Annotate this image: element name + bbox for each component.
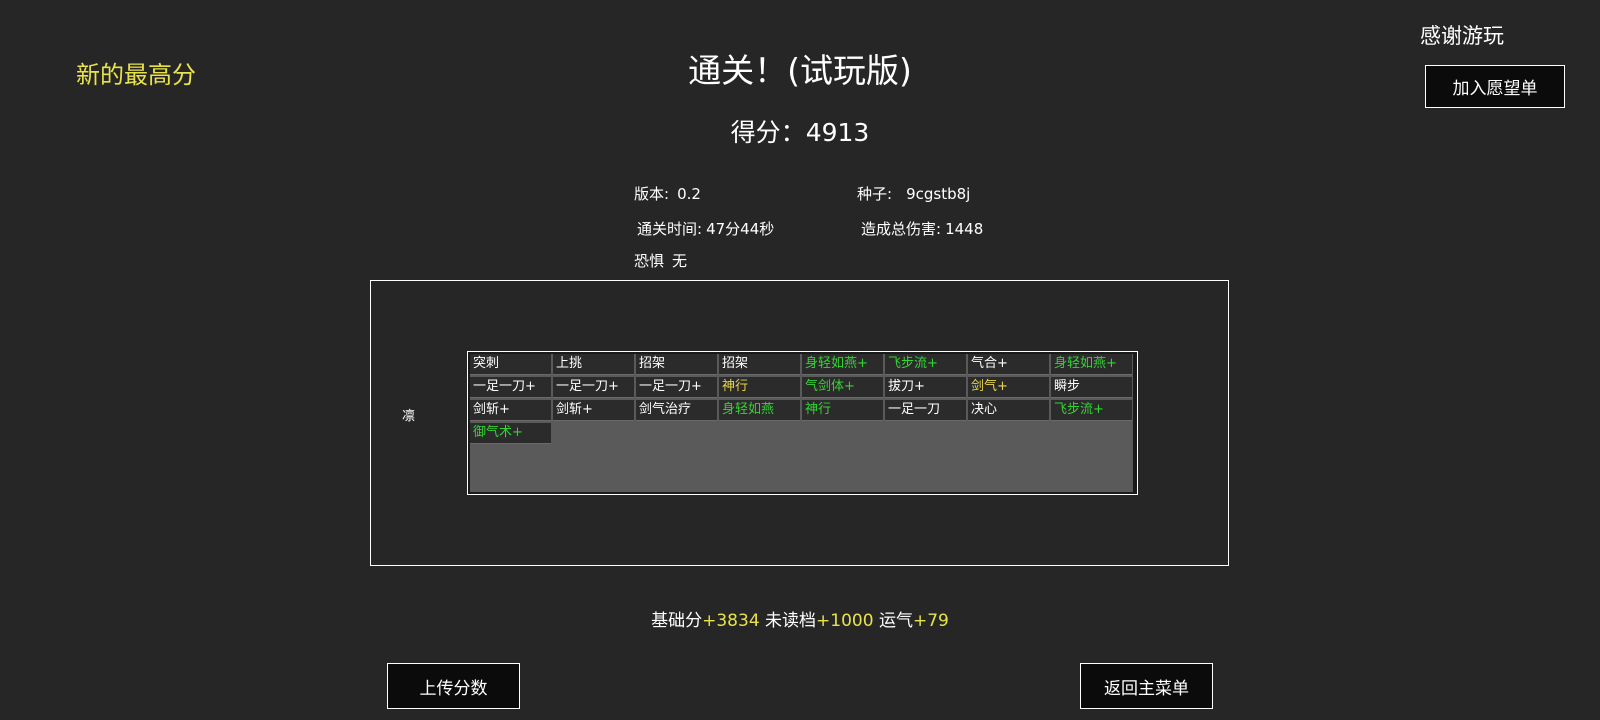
deck-card[interactable]: 身轻如燕+ bbox=[802, 354, 883, 375]
deck-card[interactable]: 身轻如燕 bbox=[719, 400, 800, 421]
new-high-score-label: 新的最高分 bbox=[76, 61, 196, 89]
deck-card[interactable]: 一足一刀+ bbox=[470, 377, 551, 398]
deck-card[interactable]: 气合+ bbox=[968, 354, 1049, 375]
version-label: 版本: bbox=[634, 185, 670, 203]
seed-value: 9cgstb8j bbox=[906, 185, 971, 203]
score-label: 得分： bbox=[730, 118, 806, 147]
base-score-value: +3834 bbox=[702, 611, 760, 631]
character-name: 凛 bbox=[402, 409, 416, 424]
no-load-label: 未读档 bbox=[765, 611, 817, 631]
score-breakdown: 基础分+3834 未读档+1000 运气+79 bbox=[500, 606, 1100, 631]
deck-card[interactable]: 一足一刀+ bbox=[636, 377, 717, 398]
clear-time-value: 47分44秒 bbox=[706, 220, 775, 238]
fear-value: 无 bbox=[672, 252, 688, 270]
deck-card[interactable]: 决心 bbox=[968, 400, 1049, 421]
deck-list[interactable]: 突刺 上挑 招架 招架 身轻如燕+ 飞步流+ 气合+ 身轻如燕+ 一足一刀+ 一足一刀+ 一足一刀+… bbox=[467, 351, 1138, 495]
page-title: 通关！(试玩版) bbox=[688, 51, 912, 90]
fear-label: 恐惧 bbox=[634, 252, 665, 270]
deck-card[interactable]: 剑斩+ bbox=[470, 400, 551, 421]
upload-score-button[interactable]: 上传分数 bbox=[387, 663, 520, 709]
deck-card[interactable]: 身轻如燕+ bbox=[1051, 354, 1132, 375]
no-load-value: +1000 bbox=[816, 611, 874, 631]
deck-card[interactable]: 招架 bbox=[636, 354, 717, 375]
clear-time-info: 通关时间: 47分44秒 bbox=[637, 218, 774, 239]
deck-card[interactable]: 剑斩+ bbox=[553, 400, 634, 421]
version-value: 0.2 bbox=[677, 185, 701, 203]
deck-card[interactable]: 剑气+ bbox=[968, 377, 1049, 398]
damage-info: 造成总伤害: 1448 bbox=[861, 218, 983, 239]
deck-card[interactable]: 一足一刀 bbox=[885, 400, 966, 421]
deck-card[interactable]: 神行 bbox=[802, 400, 883, 421]
version-info: 版本: 0.2 bbox=[634, 183, 701, 204]
base-score-label: 基础分 bbox=[651, 611, 703, 631]
deck-card[interactable]: 剑气治疗 bbox=[636, 400, 717, 421]
deck-card[interactable]: 神行 bbox=[719, 377, 800, 398]
deck-card[interactable]: 上挑 bbox=[553, 354, 634, 375]
seed-info: 种子: 9cgstb8j bbox=[857, 183, 970, 204]
deck-card[interactable]: 一足一刀+ bbox=[553, 377, 634, 398]
deck-card[interactable]: 招架 bbox=[719, 354, 800, 375]
seed-label: 种子: bbox=[857, 185, 893, 203]
deck-card[interactable]: 拔刀+ bbox=[885, 377, 966, 398]
deck-card[interactable]: 御气术+ bbox=[470, 423, 551, 444]
card-grid: 突刺 上挑 招架 招架 身轻如燕+ 飞步流+ 气合+ 身轻如燕+ 一足一刀+ 一足一刀+ 一足一刀+… bbox=[470, 354, 1135, 444]
deck-card[interactable]: 气剑体+ bbox=[802, 377, 883, 398]
clear-time-label: 通关时间: bbox=[637, 220, 703, 238]
score-value: 4913 bbox=[805, 118, 870, 147]
deck-card[interactable]: 飞步流+ bbox=[885, 354, 966, 375]
damage-value: 1448 bbox=[945, 220, 984, 238]
damage-label: 造成总伤害: bbox=[861, 220, 942, 238]
deck-card[interactable]: 飞步流+ bbox=[1051, 400, 1132, 421]
thanks-label: 感谢游玩 bbox=[1420, 24, 1504, 48]
fear-info: 恐惧无 bbox=[634, 250, 687, 271]
deck-card[interactable]: 突刺 bbox=[470, 354, 551, 375]
luck-value: +79 bbox=[912, 611, 949, 631]
score-line: 得分：4913 bbox=[600, 113, 1000, 149]
return-main-menu-button[interactable]: 返回主菜单 bbox=[1080, 663, 1213, 709]
add-to-wishlist-button[interactable]: 加入愿望单 bbox=[1425, 65, 1565, 108]
deck-card[interactable]: 瞬步 bbox=[1051, 377, 1132, 398]
luck-label: 运气 bbox=[878, 611, 913, 631]
